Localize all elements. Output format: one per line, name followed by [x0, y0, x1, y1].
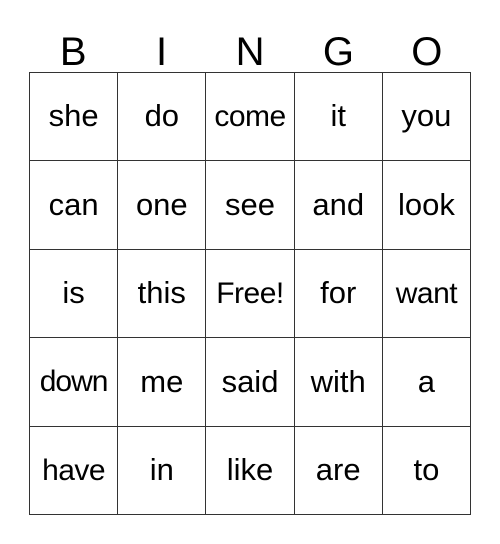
bingo-cell-label: look	[397, 186, 455, 222]
bingo-cell-label: to	[413, 452, 440, 488]
bingo-header-letter: O	[411, 30, 443, 74]
bingo-cell[interactable]: said	[206, 338, 295, 427]
bingo-cell-label: for	[320, 275, 357, 311]
bingo-cell[interactable]: this	[118, 249, 207, 339]
bingo-cell[interactable]: can	[30, 161, 119, 250]
bingo-row: have in like are to	[30, 426, 472, 516]
bingo-cell-label: have	[42, 453, 106, 487]
bingo-cell[interactable]: to	[382, 426, 472, 516]
bingo-header-row: B I N G O	[29, 22, 471, 72]
bingo-cell-label: and	[312, 186, 365, 222]
bingo-cell[interactable]: like	[206, 426, 295, 516]
bingo-cell-label: this	[137, 275, 186, 311]
bingo-cell[interactable]: a	[382, 338, 472, 427]
bingo-cell[interactable]: one	[118, 161, 207, 250]
bingo-header-letter: N	[235, 30, 265, 74]
bingo-cell-label: said	[221, 363, 279, 399]
bingo-cell[interactable]: have	[30, 426, 119, 516]
bingo-cell-label: are	[315, 452, 361, 488]
bingo-cell[interactable]: are	[294, 426, 383, 516]
bingo-cell[interactable]: see	[206, 161, 295, 250]
bingo-header-letter: G	[322, 30, 354, 74]
bingo-row: is this Free! for want	[30, 249, 472, 339]
bingo-cell-label: see	[225, 186, 275, 222]
bingo-header-cell-n: N	[206, 22, 294, 72]
bingo-header-cell-o: O	[383, 22, 471, 72]
bingo-cell-label: come	[214, 99, 286, 133]
bingo-cell-label: want	[395, 276, 458, 310]
bingo-cell[interactable]: want	[382, 249, 472, 339]
bingo-cell-label: in	[149, 452, 174, 488]
bingo-cell[interactable]: do	[118, 73, 207, 162]
bingo-row: down me said with a	[30, 338, 472, 427]
bingo-header-cell-g: G	[294, 22, 382, 72]
bingo-cell[interactable]: in	[118, 426, 207, 516]
bingo-header-cell-i: I	[117, 22, 205, 72]
bingo-cell-label: you	[401, 98, 452, 134]
bingo-cell-label: is	[62, 275, 85, 311]
bingo-cell[interactable]: you	[382, 73, 472, 162]
bingo-cell-label: can	[48, 186, 99, 222]
bingo-cell[interactable]: with	[294, 338, 383, 427]
bingo-cell[interactable]: for	[294, 249, 383, 339]
bingo-row: she do come it you	[30, 73, 472, 162]
bingo-cell-label: me	[140, 363, 184, 399]
bingo-cell[interactable]: look	[382, 161, 472, 250]
bingo-header-cell-b: B	[29, 22, 117, 72]
bingo-header-letter: I	[156, 30, 168, 74]
bingo-cell[interactable]: is	[30, 249, 119, 339]
bingo-grid: she do come it you can one see and look …	[29, 72, 472, 516]
bingo-row: can one see and look	[30, 161, 472, 250]
bingo-free-space-label: Free!	[216, 276, 284, 310]
bingo-cell[interactable]: down	[30, 338, 119, 427]
bingo-cell[interactable]: me	[118, 338, 207, 427]
bingo-cell-label: it	[330, 98, 346, 134]
bingo-cell[interactable]: come	[206, 73, 295, 162]
bingo-cell-label: a	[417, 363, 436, 399]
bingo-cell-label: down	[39, 365, 109, 399]
bingo-cell-label: like	[226, 452, 274, 488]
bingo-cell[interactable]: it	[294, 73, 383, 162]
bingo-card: B I N G O she do come it you can one see…	[0, 0, 500, 544]
bingo-cell[interactable]: and	[294, 161, 383, 250]
bingo-cell-label: one	[135, 186, 188, 222]
bingo-cell-label: do	[144, 98, 180, 134]
bingo-cell[interactable]: she	[30, 73, 119, 162]
bingo-cell-label: with	[310, 363, 366, 399]
bingo-header-letter: B	[59, 30, 87, 74]
bingo-cell-free-space[interactable]: Free!	[206, 249, 295, 339]
bingo-cell-label: she	[48, 98, 99, 134]
